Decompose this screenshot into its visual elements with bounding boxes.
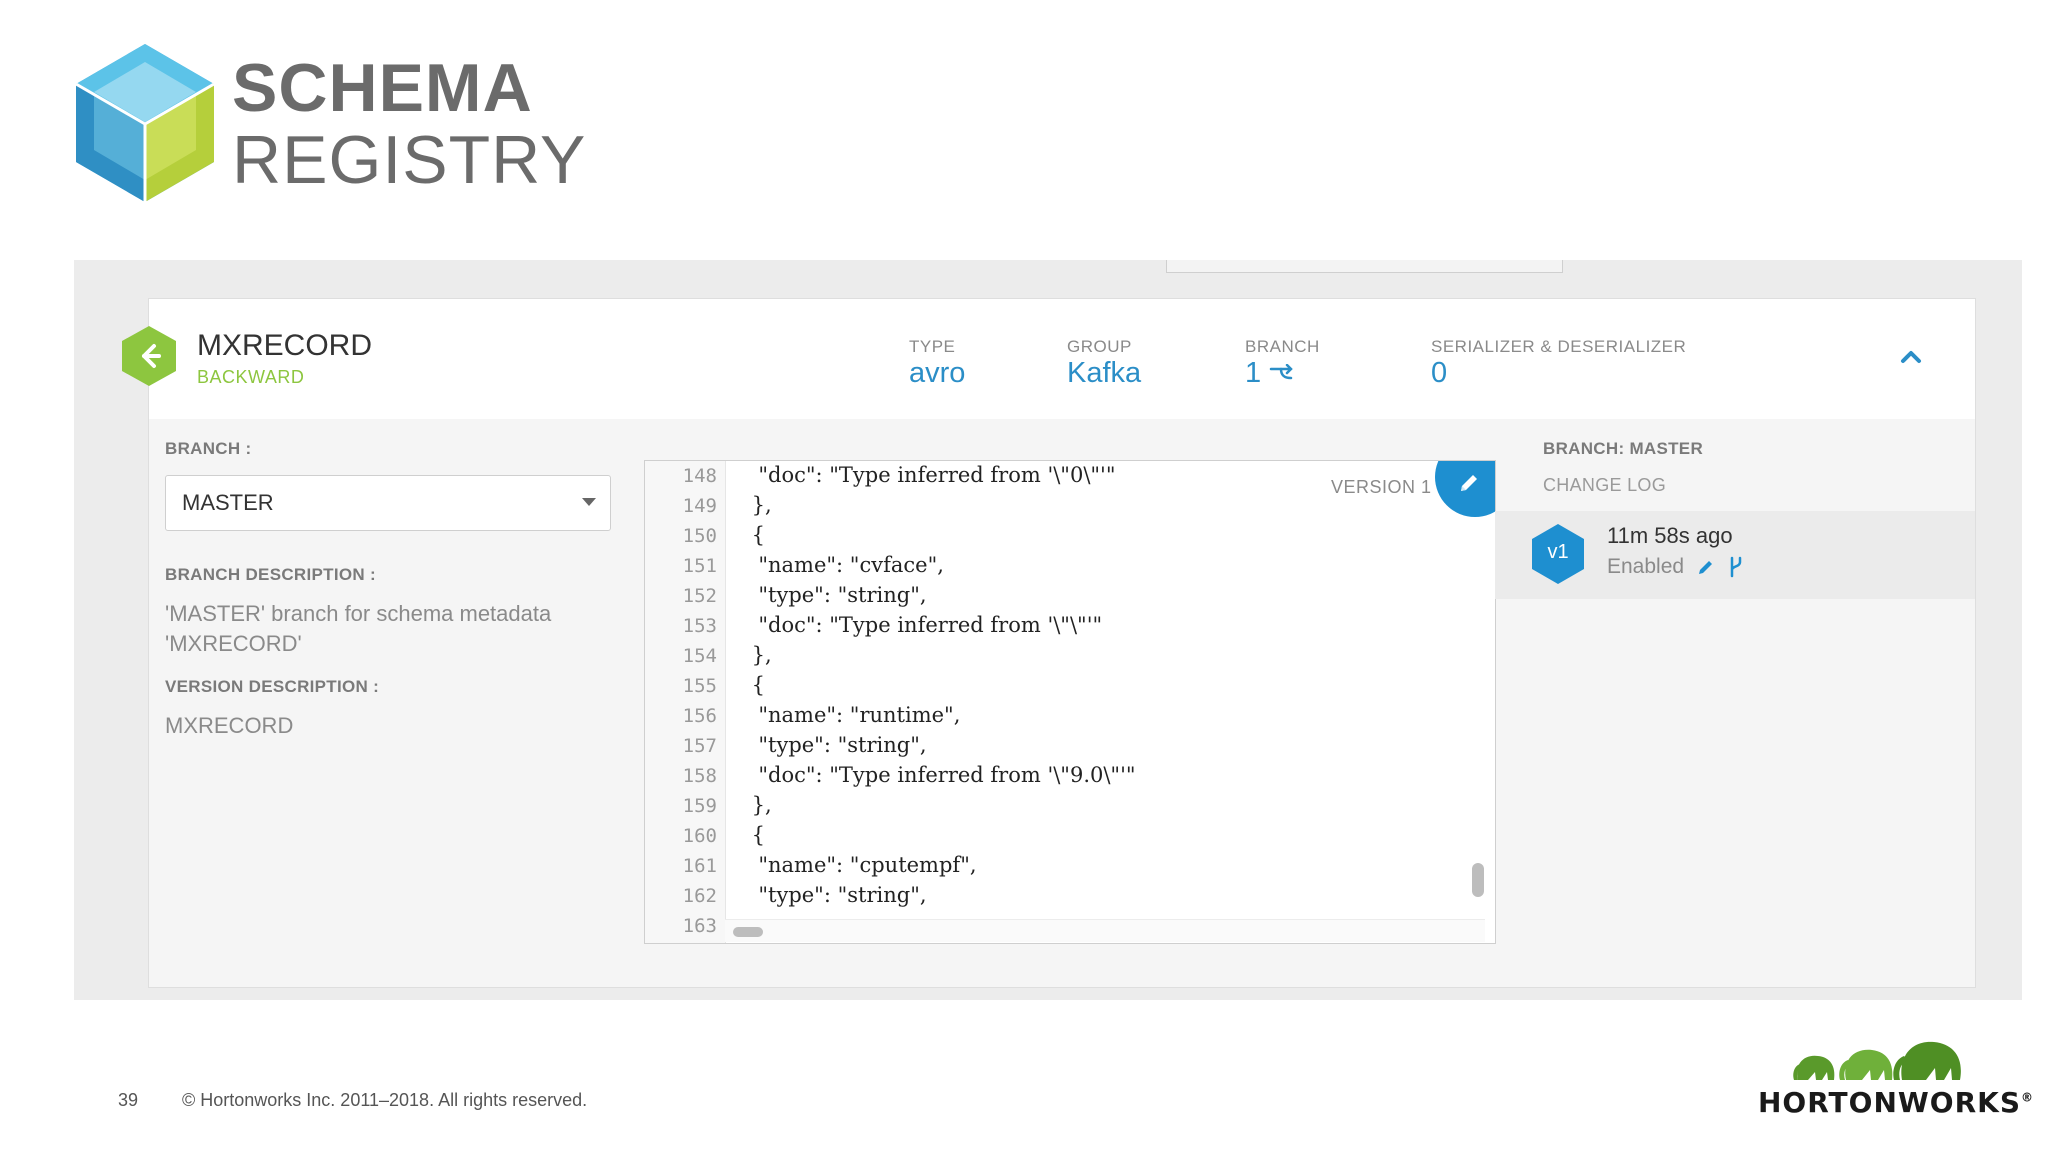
version-status-label: Enabled — [1607, 555, 1685, 578]
line-number: 160 — [682, 825, 717, 847]
schema-code-editor[interactable]: 148 149 150 151 152 153 154 155 156 157 … — [644, 460, 1496, 944]
line-number: 159 — [682, 795, 717, 817]
caret-down-icon — [582, 498, 596, 506]
meta-group: GROUP Kafka — [1067, 337, 1141, 388]
meta-branch-value: 1 — [1245, 359, 1320, 388]
line-number: 158 — [682, 765, 717, 787]
code-line: { — [745, 673, 766, 697]
line-number: 148 — [682, 465, 717, 487]
line-number: 155 — [682, 675, 717, 697]
line-number: 162 — [682, 885, 717, 907]
code-line: "type": "string", — [745, 733, 927, 757]
version-description: MXRECORD — [165, 713, 294, 738]
branch-icon — [1269, 364, 1293, 380]
hortonworks-logo: HORTONWORKS® — [1758, 1030, 2033, 1120]
logo-line-2: REGISTRY — [232, 122, 587, 198]
code-line: }, — [745, 493, 772, 517]
branch-select[interactable]: MASTER — [165, 475, 611, 531]
version-tag: VERSION 1 — [1331, 477, 1432, 497]
schema-header: MXRECORD BACKWARD TYPE avro GROUP Kafka … — [122, 299, 1975, 419]
pencil-icon[interactable] — [1696, 557, 1716, 577]
search-input-stub[interactable] — [1166, 260, 1508, 273]
meta-serdes-label: SERIALIZER & DESERIALIZER — [1431, 337, 1687, 356]
line-number: 154 — [682, 645, 717, 667]
vertical-scrollbar[interactable] — [1472, 863, 1484, 897]
code-line: "doc": "Type inferred from '\"0\"'" — [745, 463, 1116, 487]
branch-title: BRANCH: MASTER — [1543, 439, 1704, 458]
page-number: 39 — [118, 1090, 139, 1110]
registered-mark: ® — [2021, 1090, 2034, 1105]
hortonworks-wordmark-text: HORTONWORKS — [1758, 1086, 2021, 1119]
pencil-icon — [1461, 475, 1477, 491]
code-line: "type": "string", — [745, 883, 927, 907]
code-line: }, — [745, 793, 772, 817]
code-line: "doc": "Type inferred from '\"9.0\"'" — [745, 763, 1136, 787]
code-line: "doc": "Type inferred from '\"\"'" — [745, 613, 1103, 637]
horizontal-scrollbar[interactable] — [733, 927, 763, 937]
hortonworks-wordmark: HORTONWORKS® — [1758, 1086, 2034, 1119]
meta-type: TYPE avro — [909, 337, 965, 388]
code-line: }, — [745, 643, 772, 667]
meta-type-label: TYPE — [909, 337, 956, 356]
branch-select-label: BRANCH : — [165, 439, 252, 458]
branch-select-value: MASTER — [182, 490, 274, 515]
line-number: 161 — [682, 855, 717, 877]
branch-description-label: BRANCH DESCRIPTION : — [165, 565, 376, 584]
line-number: 150 — [682, 525, 717, 547]
changelog-version-row[interactable]: v1 11m 58s ago Enabled — [1495, 511, 1975, 599]
code-line: { — [745, 823, 766, 847]
branch-description-line-1: 'MASTER' branch for schema metadata — [165, 601, 552, 626]
meta-serdes: SERIALIZER & DESERIALIZER 0 — [1431, 337, 1686, 388]
changelog-label: CHANGE LOG — [1543, 475, 1667, 495]
fork-icon[interactable] — [1728, 556, 1744, 578]
version-status: Enabled — [1607, 555, 1744, 579]
search-button-stub[interactable] — [1506, 260, 1563, 273]
schema-compatibility: BACKWARD — [197, 367, 305, 387]
elephants-icon — [1793, 1041, 1961, 1080]
copyright-text: © Hortonworks Inc. 2011–2018. All rights… — [182, 1090, 588, 1110]
code-line: "name": "cputempf", — [745, 853, 977, 877]
schema-back-button[interactable] — [121, 325, 177, 387]
version-description-label: VERSION DESCRIPTION : — [165, 677, 380, 696]
schema-detail-panel: MXRECORD BACKWARD TYPE avro GROUP Kafka … — [122, 298, 1976, 988]
line-number: 152 — [682, 585, 717, 607]
schema-name: MXRECORD — [197, 329, 373, 362]
changelog-column: BRANCH: MASTER CHANGE LOG v1 11m 58s ago… — [1495, 439, 1975, 979]
line-number-gutter: 148 149 150 151 152 153 154 155 156 157 … — [645, 461, 726, 943]
logo-line-1: SCHEMA — [232, 50, 533, 126]
line-number: 157 — [682, 735, 717, 757]
meta-serdes-value: 0 — [1431, 357, 1448, 389]
meta-group-label: GROUP — [1067, 337, 1132, 356]
branch-info-column: BRANCH : MASTER BRANCH DESCRIPTION : 'MA… — [165, 439, 625, 741]
schema-registry-cube-icon — [75, 44, 215, 202]
meta-branch-count: 1 — [1245, 357, 1262, 389]
meta-type-value: avro — [909, 357, 966, 389]
line-number: 163 — [682, 915, 717, 937]
meta-branch: BRANCH 1 — [1245, 337, 1320, 388]
line-number: 153 — [682, 615, 717, 637]
version-badge-label: v1 — [1547, 541, 1569, 563]
edit-schema-button[interactable] — [1435, 461, 1495, 517]
line-number: 151 — [682, 555, 717, 577]
code-line: "type": "string", — [745, 583, 927, 607]
branch-description-line-2: 'MXRECORD' — [165, 631, 302, 656]
horizontal-scroll-track — [725, 919, 1485, 942]
schema-registry-logo: SCHEMA REGISTRY — [70, 40, 585, 210]
code-line: "name": "cvface", — [745, 553, 944, 577]
screenshot-frame: MXRECORD BACKWARD TYPE avro GROUP Kafka … — [74, 260, 2022, 1000]
line-number: 149 — [682, 495, 717, 517]
code-line: { — [745, 523, 766, 547]
meta-branch-label: BRANCH — [1245, 337, 1320, 356]
line-number: 156 — [682, 705, 717, 727]
meta-group-value: Kafka — [1067, 357, 1142, 389]
chevron-up-icon[interactable] — [1897, 343, 1925, 371]
arrow-left-hexagon-icon — [122, 326, 176, 386]
code-line: "name": "runtime", — [745, 703, 961, 727]
version-time: 11m 58s ago — [1607, 523, 1733, 548]
version-badge[interactable]: v1 — [1531, 523, 1585, 585]
